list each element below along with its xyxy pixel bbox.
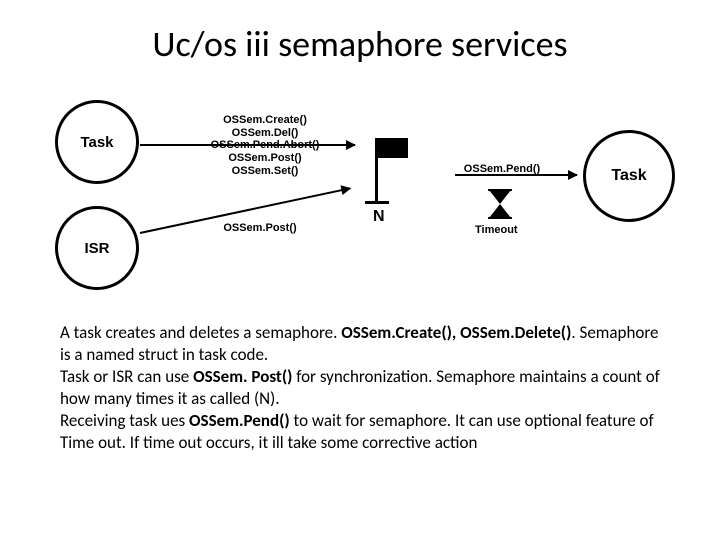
node-task-left: Task (55, 100, 139, 184)
p1a: A task creates and deletes a semaphore. (60, 322, 341, 343)
semaphore-diagram: Task ISR Task OSSem.Create() OSSem.Del()… (55, 100, 675, 300)
p1b: OSSem.Create(), OSSem.Delete() (341, 322, 571, 343)
node-task-right: Task (583, 130, 675, 222)
fn-set: OSSem.Set() (200, 165, 330, 178)
description-text: A task creates and deletes a semaphore. … (60, 322, 670, 455)
p2a: Task or ISR can use (60, 366, 193, 387)
count-n-label: N (373, 208, 385, 226)
fn-post: OSSem.Post() (200, 152, 330, 165)
fn-isr-post: OSSem.Post() (205, 222, 315, 235)
arrow-sem-to-task (455, 174, 577, 176)
node-isr: ISR (55, 206, 139, 290)
arrow-task-to-sem (140, 144, 355, 146)
hourglass-icon (489, 190, 511, 220)
function-list-isr: OSSem.Post() (205, 222, 315, 235)
p2b: OSSem. Post() (193, 366, 292, 387)
slide-title: Uc/os iii semaphore services (0, 22, 720, 66)
p3b: OSSem.Pend() (189, 410, 290, 431)
fn-create: OSSem.Create() (200, 114, 330, 127)
timeout-label: Timeout (475, 224, 518, 236)
fn-del: OSSem.Del() (200, 127, 330, 140)
p3a: Receiving task ues (60, 410, 189, 431)
